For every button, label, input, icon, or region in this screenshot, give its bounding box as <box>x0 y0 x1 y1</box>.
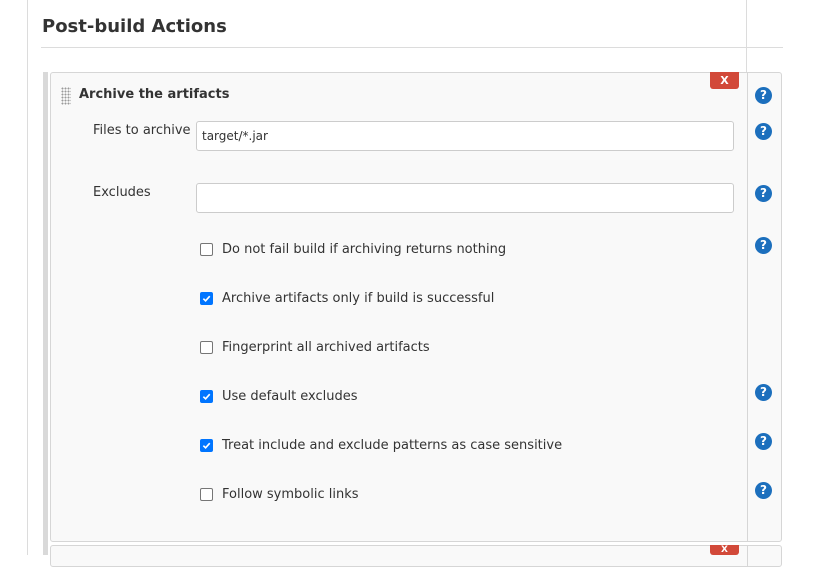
help-icon[interactable]: ? <box>755 185 772 202</box>
archive-artifacts-title: Archive the artifacts <box>79 87 230 102</box>
option-row: Archive artifacts only if build is succe… <box>200 289 494 307</box>
option-row: Do not fail build if archiving returns n… <box>200 240 506 258</box>
case-sensitive-checkbox[interactable] <box>200 438 213 452</box>
checkmark-icon <box>202 295 211 302</box>
help-icon[interactable]: ? <box>755 384 772 401</box>
help-icon[interactable]: ? <box>755 237 772 254</box>
section-left-bar <box>43 72 48 555</box>
help-icon[interactable]: ? <box>755 123 772 140</box>
excludes-input[interactable] <box>196 183 734 213</box>
delete-step-button[interactable]: X <box>710 72 739 89</box>
help-icon[interactable]: ? <box>755 87 772 104</box>
option-row: Treat include and exclude patterns as ca… <box>200 436 562 454</box>
panel-help-column-divider <box>747 73 748 541</box>
option-row: Fingerprint all archived artifacts <box>200 338 430 356</box>
allow-empty-archive-checkbox[interactable] <box>200 242 213 256</box>
delete-step-button[interactable]: X <box>710 545 739 555</box>
column-divider <box>746 0 747 72</box>
follow-symlinks-checkbox[interactable] <box>200 487 213 501</box>
allow-empty-archive-label: Do not fail build if archiving returns n… <box>222 241 507 257</box>
case-sensitive-label: Treat include and exclude patterns as ca… <box>222 437 563 453</box>
next-step-panel <box>50 545 782 567</box>
checkmark-icon <box>202 393 211 400</box>
outer-border <box>27 0 28 555</box>
help-icon[interactable]: ? <box>755 433 772 450</box>
only-if-successful-checkbox[interactable] <box>200 291 213 305</box>
fingerprint-checkbox[interactable] <box>200 340 213 354</box>
fingerprint-label: Fingerprint all archived artifacts <box>222 339 430 355</box>
follow-symlinks-label: Follow symbolic links <box>222 486 359 502</box>
only-if-successful-label: Archive artifacts only if build is succe… <box>222 290 495 306</box>
help-icon[interactable]: ? <box>755 482 772 499</box>
files-to-archive-label: Files to archive <box>93 123 191 138</box>
drag-handle-icon[interactable] <box>61 87 71 105</box>
default-excludes-checkbox[interactable] <box>200 389 213 403</box>
panel-help-column-divider <box>747 546 748 566</box>
files-to-archive-input[interactable] <box>196 121 734 151</box>
excludes-label: Excludes <box>93 185 151 200</box>
default-excludes-label: Use default excludes <box>222 388 358 404</box>
section-title: Post-build Actions <box>42 16 227 37</box>
checkmark-icon <box>202 442 211 449</box>
option-row: Use default excludes <box>200 387 358 405</box>
section-divider <box>41 47 783 48</box>
option-row: Follow symbolic links <box>200 485 359 503</box>
